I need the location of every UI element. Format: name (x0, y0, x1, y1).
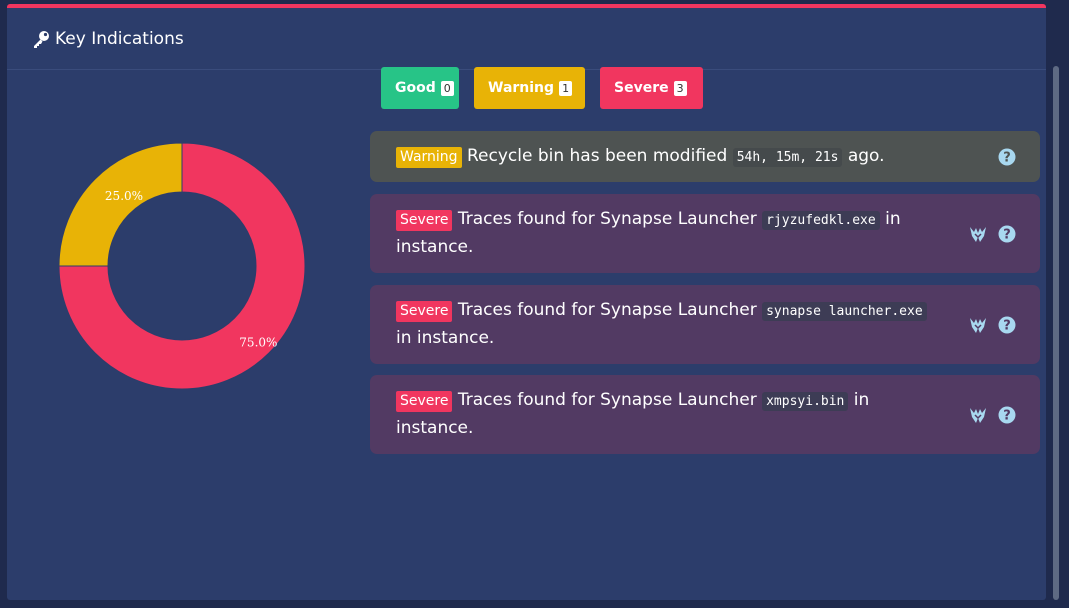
slice-label-severe: 75.0% (239, 335, 277, 349)
svg-text:?: ? (1003, 150, 1011, 165)
synapse-logo-icon[interactable] (968, 315, 988, 335)
severe-badge: Severe (396, 391, 453, 412)
alert-code: 54h, 15m, 21s (732, 148, 843, 167)
key-icon (31, 29, 51, 49)
filter-warning-button[interactable]: Warning 1 (474, 67, 585, 109)
filter-warning-count: 1 (559, 80, 573, 96)
alert-text-after: in instance. (396, 328, 495, 348)
warning-badge: Warning (396, 147, 462, 168)
help-icon[interactable]: ? (998, 316, 1016, 334)
severity-donut-chart: 75.0% 25.0% (48, 132, 316, 400)
severe-badge: Severe (396, 301, 453, 322)
alert-text: Traces found for Synapse Launcher (457, 390, 757, 410)
help-icon[interactable]: ? (998, 406, 1016, 424)
scrollbar[interactable] (1053, 66, 1059, 600)
filter-severe-button[interactable]: Severe 3 (600, 67, 703, 109)
slice-label-warning: 25.0% (105, 189, 143, 203)
svg-text:?: ? (1003, 227, 1011, 242)
alert-text: Recycle bin has been modified (466, 146, 728, 166)
slice-warning[interactable] (58, 142, 183, 267)
help-icon[interactable]: ? (998, 225, 1016, 243)
help-icon[interactable]: ? (998, 148, 1016, 166)
alert-code: xmpsyi.bin (762, 392, 849, 411)
synapse-logo-icon[interactable] (968, 405, 988, 425)
alert-code: synapse launcher.exe (762, 302, 927, 321)
alert-item: Warning Recycle bin has been modified 54… (370, 131, 1040, 182)
panel-title: Key Indications (55, 28, 184, 49)
filter-severe-label: Severe (614, 80, 669, 96)
alert-item: Severe Traces found for Synapse Launcher… (370, 285, 1040, 364)
alert-code: rjyzufedkl.exe (762, 211, 880, 230)
filter-severe-count: 3 (673, 80, 687, 96)
alert-item: Severe Traces found for Synapse Launcher… (370, 194, 1040, 273)
filter-warning-label: Warning (488, 80, 555, 96)
filter-good-count: 0 (440, 80, 454, 96)
alert-text-after: ago. (847, 146, 885, 166)
alert-text: Traces found for Synapse Launcher (457, 209, 757, 229)
panel-header: Key Indications (7, 8, 1046, 70)
alert-text: Traces found for Synapse Launcher (457, 300, 757, 320)
svg-text:?: ? (1003, 408, 1011, 423)
alert-item: Severe Traces found for Synapse Launcher… (370, 375, 1040, 454)
filter-buttons: Good 0 Warning 1 Severe 3 (381, 67, 718, 109)
filter-good-label: Good (395, 80, 436, 96)
filter-good-button[interactable]: Good 0 (381, 67, 459, 109)
severe-badge: Severe (396, 210, 453, 231)
synapse-logo-icon[interactable] (968, 224, 988, 244)
svg-text:?: ? (1003, 318, 1011, 333)
